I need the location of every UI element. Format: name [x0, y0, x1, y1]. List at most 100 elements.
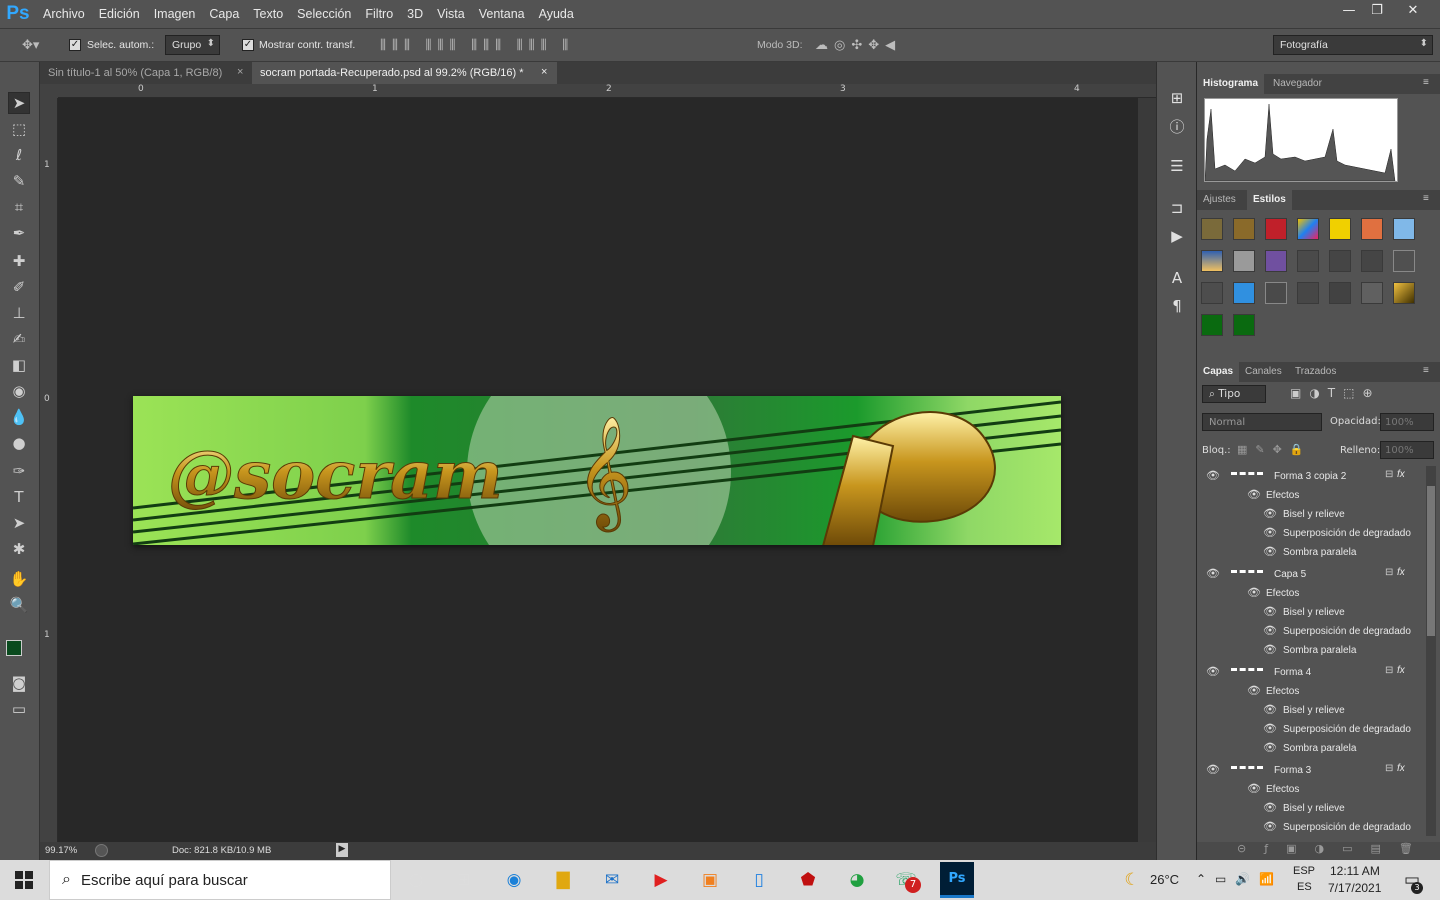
show-transform-checkbox[interactable]: ✓	[242, 39, 254, 51]
lock-icons[interactable]: ▦✎✥🔒	[1237, 443, 1312, 456]
eye-icon[interactable]: 👁	[1263, 526, 1277, 539]
style-swatch[interactable]	[1201, 218, 1223, 240]
link-icon[interactable]: ⊟	[1385, 469, 1393, 480]
eye-icon[interactable]: 👁	[1247, 782, 1261, 795]
brush-tool-icon[interactable]: ✐	[8, 276, 30, 298]
paragraph-icon[interactable]: ¶	[1167, 296, 1187, 316]
effect-row[interactable]: 👁 Sombra paralela	[1199, 740, 1423, 759]
menu-filtro[interactable]: Filtro	[358, 7, 400, 21]
effects-row[interactable]: 👁 Efectos	[1199, 585, 1423, 604]
layers-scrollbar[interactable]	[1426, 466, 1436, 836]
style-swatch[interactable]	[1233, 250, 1255, 272]
status-icon[interactable]	[95, 844, 108, 857]
effect-row[interactable]: 👁 Superposición de degradado	[1199, 721, 1423, 740]
link-icon[interactable]: ⊟	[1385, 567, 1393, 578]
windows-start-icon[interactable]	[10, 866, 38, 894]
media-player-icon[interactable]: ▣	[696, 866, 724, 894]
auto-select-dropdown[interactable]: Grupo	[165, 35, 220, 55]
eye-icon[interactable]: 👁	[1206, 469, 1220, 482]
style-swatch[interactable]	[1233, 314, 1255, 336]
menu-texto[interactable]: Texto	[246, 7, 290, 21]
tab-ajustes[interactable]: Ajustes	[1197, 190, 1242, 210]
effect-row[interactable]: 👁 Bisel y relieve	[1199, 604, 1423, 623]
menu-capa[interactable]: Capa	[202, 7, 246, 21]
eye-icon[interactable]: 👁	[1263, 545, 1277, 558]
menu-3d[interactable]: 3D	[400, 7, 430, 21]
layer-row[interactable]: 👁 Forma 4 ⊟ fx	[1199, 664, 1423, 683]
quick-mask-icon[interactable]: ◙	[8, 672, 30, 694]
menu-ayuda[interactable]: Ayuda	[532, 7, 581, 21]
blend-mode-dropdown[interactable]: Normal	[1202, 413, 1322, 431]
fill-input[interactable]: 100%	[1380, 441, 1434, 459]
clock-time[interactable]: 12:11 AM	[1330, 864, 1380, 878]
tab-canales[interactable]: Canales	[1239, 362, 1288, 382]
eye-icon[interactable]: 👁	[1263, 703, 1277, 716]
tab-trazados[interactable]: Trazados	[1289, 362, 1342, 382]
style-swatch[interactable]	[1201, 314, 1223, 336]
eye-icon[interactable]: 👁	[1263, 820, 1277, 833]
restore-button[interactable]: ❐	[1360, 0, 1394, 20]
tab-socram[interactable]: socram portada-Recuperado.psd al 99.2% (…	[252, 62, 557, 84]
effect-row[interactable]: 👁 Bisel y relieve	[1199, 800, 1423, 819]
style-swatch[interactable]	[1361, 250, 1383, 272]
clock-date[interactable]: 7/17/2021	[1328, 881, 1381, 895]
close-button[interactable]: ✕	[1396, 0, 1430, 20]
workspace-dropdown[interactable]: Fotografía	[1273, 35, 1433, 55]
pen-tool-icon[interactable]: ✑	[8, 460, 30, 482]
eraser-tool-icon[interactable]: ◧	[8, 354, 30, 376]
crop-tool-icon[interactable]: ⌗	[8, 196, 30, 218]
eye-icon[interactable]: 👁	[1206, 665, 1220, 678]
file-explorer-icon[interactable]: ▇	[549, 866, 577, 894]
opacity-input[interactable]: 100%	[1380, 413, 1434, 431]
layers-footer-icons[interactable]: ⊝ƒ▣◑▭▤🗑	[1197, 842, 1440, 860]
eye-icon[interactable]: 👁	[1206, 763, 1220, 776]
layer-filter-icons[interactable]: ▣◑T⬚⊕	[1290, 386, 1381, 400]
tab-close-icon[interactable]: ×	[237, 66, 243, 78]
menu-vista[interactable]: Vista	[430, 7, 472, 21]
style-swatch[interactable]	[1393, 282, 1415, 304]
actions-play-icon[interactable]: ▶	[1167, 226, 1187, 246]
lasso-tool-icon[interactable]: ℓ	[8, 144, 30, 166]
style-swatch[interactable]	[1393, 250, 1415, 272]
tab-navegador[interactable]: Navegador	[1267, 74, 1328, 94]
tab-sin-titulo[interactable]: Sin título-1 al 50% (Capa 1, RGB/8) ×	[40, 62, 250, 84]
shape-tool-icon[interactable]: ✱	[8, 538, 30, 560]
fx-icon[interactable]: fx	[1397, 567, 1405, 578]
character-icon[interactable]: A	[1167, 268, 1187, 288]
dodge-tool-icon[interactable]: ●	[8, 432, 30, 454]
type-tool-icon[interactable]: T	[8, 486, 30, 508]
effects-row[interactable]: 👁 Efectos	[1199, 487, 1423, 506]
style-swatch[interactable]	[1201, 250, 1223, 272]
link-icon[interactable]: ⊟	[1385, 665, 1393, 676]
taskbar-search[interactable]: ⌕ Escribe aquí para buscar	[49, 860, 391, 900]
cortana-icon[interactable]: ○	[402, 866, 430, 894]
mail-icon[interactable]: ✉	[598, 866, 626, 894]
menu-ventana[interactable]: Ventana	[472, 7, 532, 21]
input-language[interactable]: ESP	[1293, 865, 1315, 877]
photoshop-taskbar-icon[interactable]: Ps	[940, 862, 974, 898]
youtube-icon[interactable]: ▶	[647, 866, 675, 894]
status-menu-arrow-icon[interactable]: ▶	[336, 843, 348, 857]
style-swatch[interactable]	[1233, 282, 1255, 304]
brush-presets-icon[interactable]: ⊐	[1167, 198, 1187, 218]
path-select-icon[interactable]: ➤	[8, 512, 30, 534]
effect-row[interactable]: 👁 Superposición de degradado	[1199, 623, 1423, 642]
healing-tool-icon[interactable]: ✚	[8, 250, 30, 272]
eye-icon[interactable]: 👁	[1263, 801, 1277, 814]
weather-moon-icon[interactable]: ☾	[1118, 866, 1146, 894]
eye-icon[interactable]: 👁	[1247, 586, 1261, 599]
menu-seleccion[interactable]: Selección	[290, 7, 358, 21]
effects-row[interactable]: 👁 Efectos	[1199, 683, 1423, 702]
zoom-tool-icon[interactable]: 🔍	[8, 594, 30, 616]
phone-icon[interactable]: ▯	[745, 866, 773, 894]
stamp-tool-icon[interactable]: ⊥	[8, 302, 30, 324]
screen-mode-icon[interactable]: ▭	[8, 698, 30, 720]
effect-row[interactable]: 👁 Bisel y relieve	[1199, 506, 1423, 525]
vertical-scrollbar[interactable]	[1138, 98, 1156, 842]
style-swatch[interactable]	[1201, 282, 1223, 304]
style-swatch[interactable]	[1329, 218, 1351, 240]
eye-icon[interactable]: 👁	[1263, 643, 1277, 656]
style-swatch[interactable]	[1265, 250, 1287, 272]
history-icon[interactable]: ⊞	[1167, 88, 1187, 108]
fx-icon[interactable]: fx	[1397, 763, 1405, 774]
